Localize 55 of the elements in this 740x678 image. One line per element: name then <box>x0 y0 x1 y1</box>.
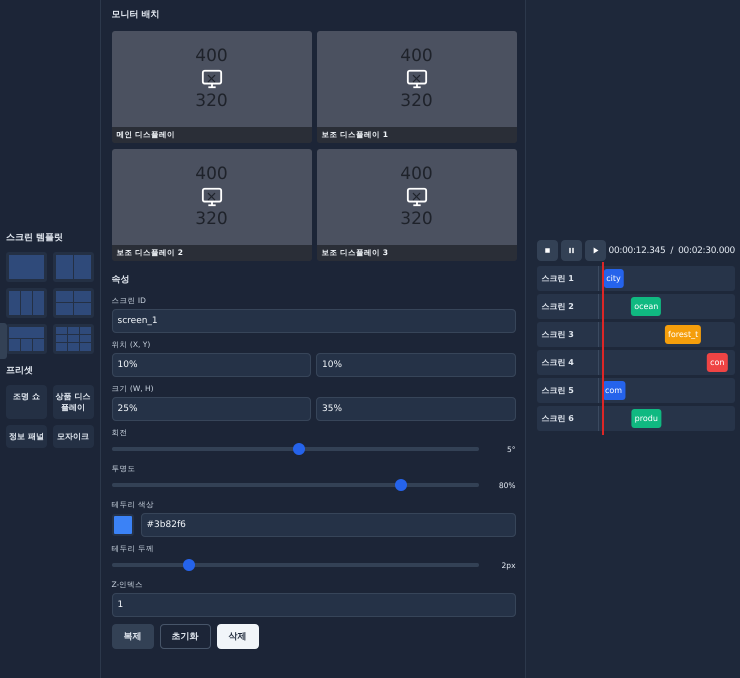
layout-template[interactable] <box>6 288 47 318</box>
track-label: 스크린 3 <box>536 322 599 347</box>
dimension-text: × <box>206 188 218 206</box>
slider-thumb[interactable] <box>395 479 408 491</box>
pause-icon <box>566 246 576 255</box>
slider-thumb[interactable] <box>182 559 195 571</box>
monitor-icon <box>406 68 428 90</box>
stop-icon <box>542 246 552 255</box>
layout-template[interactable] <box>6 252 47 282</box>
play-icon <box>590 246 600 255</box>
monitor-icon <box>406 186 428 208</box>
monitor-icon <box>200 186 222 208</box>
preset-button[interactable]: 정보 패널 <box>6 424 47 448</box>
action-button[interactable]: 초기화 <box>160 624 211 649</box>
slider-thumb[interactable] <box>292 443 305 455</box>
time-separator: / <box>670 246 674 256</box>
input-field[interactable]: 10% <box>112 353 312 377</box>
dimension-text: × <box>410 70 422 88</box>
pause-button[interactable] <box>560 240 582 261</box>
sidebar-handle[interactable] <box>0 323 7 359</box>
layout-template[interactable] <box>6 324 47 354</box>
input-field[interactable]: 25% <box>112 397 312 421</box>
input-field[interactable]: screen_1 <box>112 309 516 333</box>
preset-button[interactable]: 조명 쇼 <box>6 384 47 418</box>
preset-button[interactable]: 상품 디스플레이 <box>52 384 94 418</box>
action-button[interactable]: 삭제 <box>216 624 259 649</box>
dimension-text: × <box>410 188 422 206</box>
layout-template[interactable] <box>52 252 94 282</box>
timeline-clip[interactable]: con <box>707 353 728 372</box>
input-field[interactable]: 1 <box>112 593 516 617</box>
section-title: 프리셋 <box>6 364 34 376</box>
timeline-clip[interactable]: city <box>603 269 624 288</box>
action-button[interactable]: 복제 <box>112 624 154 649</box>
monitor-icon <box>200 68 222 90</box>
input-field[interactable]: #3b82f6 <box>140 513 516 537</box>
input-field[interactable]: 35% <box>316 397 516 421</box>
stop-button[interactable] <box>536 240 558 261</box>
track-label: 스크린 4 <box>536 350 599 375</box>
total-time: 00:02:30.000 <box>678 246 735 256</box>
current-time: 00:00:12.345 <box>608 246 666 256</box>
track-label: 스크린 1 <box>536 266 599 291</box>
play-button[interactable] <box>584 240 606 261</box>
dimension-text: × <box>206 70 218 88</box>
section-title: 속성 <box>112 274 131 286</box>
section-title: 모니터 배치 <box>112 9 161 21</box>
section-title: 스크린 템플릿 <box>6 232 64 244</box>
track-label: 스크린 6 <box>536 406 599 431</box>
preset-button[interactable]: 모자이크 <box>52 424 94 448</box>
track-label: 스크린 5 <box>536 378 599 403</box>
layout-template[interactable] <box>52 288 94 318</box>
layout-template[interactable] <box>52 324 94 354</box>
input-field[interactable]: 10% <box>316 353 516 377</box>
timeline-clip[interactable]: com <box>602 381 626 400</box>
color-swatch[interactable] <box>112 514 134 536</box>
track-label: 스크린 2 <box>536 294 599 319</box>
